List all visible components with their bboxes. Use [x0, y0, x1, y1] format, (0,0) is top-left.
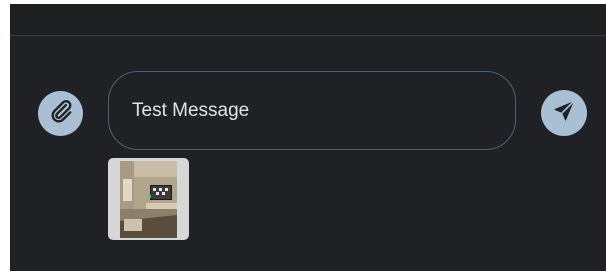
top-bar: [10, 4, 606, 35]
chat-composer-panel: [10, 4, 606, 271]
attachment-thumbnail[interactable]: [108, 158, 189, 240]
message-field[interactable]: [108, 71, 516, 150]
divider: [10, 35, 606, 36]
send-button[interactable]: [541, 90, 587, 136]
paperclip-icon: [48, 98, 74, 129]
image-thumbnail: [120, 160, 177, 238]
message-input[interactable]: [132, 99, 492, 122]
send-icon: [552, 99, 576, 128]
attach-button[interactable]: [38, 91, 83, 136]
